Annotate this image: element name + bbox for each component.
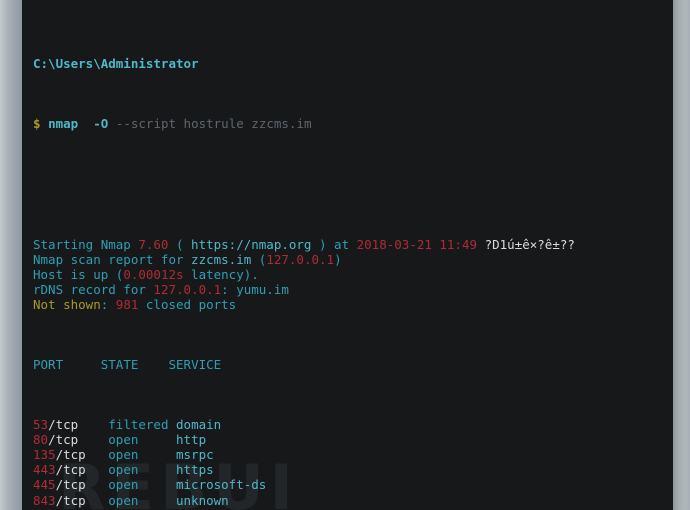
table-row: 80/tcp open http: [33, 432, 673, 447]
not-shown-line-seg-3: closed ports: [138, 296, 237, 312]
terminal-output: C:\Users\Administrator $ nmap -O --scrip…: [22, 0, 673, 510]
rdns-line-seg-1: 127.0.0.1: [153, 281, 222, 297]
scan-report-line-seg-2: (: [251, 251, 267, 267]
prompt-path-line: C:\Users\Administrator: [33, 56, 673, 71]
table-row: 135/tcp open msrpc: [33, 447, 673, 462]
port-service: unknown: [176, 492, 229, 508]
port-number: 135: [33, 447, 56, 463]
host-up-line-seg-2: latency).: [183, 266, 259, 282]
starting-line-seg-1: 7.60: [138, 236, 169, 252]
port-state: filtered: [108, 417, 177, 433]
port-state: open: [108, 462, 176, 478]
port-state: open: [108, 477, 176, 493]
port-number: 443: [33, 462, 56, 478]
port-service: http: [176, 432, 207, 448]
port-state: open: [108, 432, 177, 448]
table-row: 445/tcp open microsoft-ds: [33, 477, 673, 492]
right-gutter[interactable]: [673, 0, 690, 510]
hdr-gap2: [138, 357, 168, 372]
port-service: microsoft-ds: [176, 477, 267, 493]
port-table-rows: 53/tcp filtered domain 80/tcp open http 13…: [33, 417, 673, 510]
port-state: open: [108, 492, 176, 508]
not-shown-line-seg-2: 981: [115, 296, 139, 312]
starting-line-seg-7: ú: [507, 236, 515, 252]
scan-info-lines: Starting Nmap 7.60 ( https://nmap.org ) …: [33, 237, 673, 312]
starting-line-seg-5: 2018-03-21 11:49: [356, 236, 478, 252]
port-protocol: /tcp: [55, 462, 109, 478]
host-up-line-seg-1: 0.00012s: [123, 266, 184, 282]
port-number: 445: [33, 477, 56, 493]
rdns-line: rDNS record for 127.0.0.1: yumu.im: [33, 282, 673, 297]
left-gutter: [0, 0, 22, 510]
rdns-line-seg-2: : yumu.im: [221, 281, 289, 297]
prompt-command-line: $ nmap -O --script hostrule zzcms.im: [33, 116, 673, 131]
scan-report-line-seg-1: zzcms.im: [191, 251, 252, 267]
not-shown-line-seg-1: :: [100, 296, 116, 312]
prompt-path: C:\Users\Administrator: [33, 56, 199, 72]
port-protocol: /tcp: [48, 417, 109, 433]
prompt-symbol: $: [33, 116, 41, 132]
table-row: 443/tcp open https: [33, 462, 673, 477]
table-header-row: PORT STATE SERVICE: [33, 357, 673, 372]
table-row: 843/tcp open unknown: [33, 493, 673, 508]
prompt-space2: [78, 116, 93, 131]
header-service: SERVICE: [168, 357, 222, 373]
command-name: nmap: [48, 116, 79, 132]
hdr-gap1: [63, 357, 101, 372]
port-number: 80: [33, 432, 49, 448]
port-state: open: [108, 447, 176, 463]
starting-line-seg-3: https://nmap.org: [191, 236, 312, 252]
starting-line-seg-4: ) at: [311, 236, 357, 252]
terminal-window[interactable]: REBUI C:\Users\Administrator $ nmap -O -…: [22, 0, 673, 510]
not-shown-line: Not shown: 981 closed ports: [33, 297, 673, 312]
scan-report-line-seg-3: 127.0.0.1: [266, 251, 335, 267]
host-up-line: Host is up (0.00012s latency).: [33, 267, 673, 282]
starting-line-seg-2: (: [168, 236, 192, 252]
header-port: PORT: [33, 357, 64, 373]
port-service: domain: [176, 417, 222, 433]
command-args: --script hostrule zzcms.im: [115, 116, 312, 132]
port-number: 843: [33, 492, 56, 508]
starting-line-seg-0: Starting Nmap: [33, 236, 139, 252]
starting-line: Starting Nmap 7.60 ( https://nmap.org ) …: [33, 237, 673, 252]
starting-line-seg-6: ?D1: [477, 236, 508, 252]
port-service: https: [176, 462, 214, 478]
host-up-line-seg-0: Host is up (: [33, 266, 124, 282]
port-number: 53: [33, 417, 49, 433]
scan-report-line-seg-0: Nmap scan report for: [33, 251, 192, 267]
prompt-space1: [41, 116, 49, 131]
port-service: msrpc: [176, 447, 214, 463]
header-state: STATE: [100, 357, 139, 373]
port-protocol: /tcp: [48, 432, 109, 448]
command-flag: -O: [93, 116, 109, 132]
port-protocol: /tcp: [55, 492, 109, 508]
table-row: 53/tcp filtered domain: [33, 417, 673, 432]
port-protocol: /tcp: [55, 477, 109, 493]
scan-report-line: Nmap scan report for zzcms.im (127.0.0.1…: [33, 252, 673, 267]
page-root: REBUI C:\Users\Administrator $ nmap -O -…: [0, 0, 690, 510]
port-protocol: /tcp: [55, 447, 109, 463]
prompt-space3: [108, 116, 116, 131]
scan-report-line-seg-4: ): [334, 251, 342, 267]
rdns-line-seg-0: rDNS record for: [33, 281, 154, 297]
not-shown-line-seg-0: Not shown: [33, 296, 101, 312]
starting-line-seg-8: ±ê×?ê±??: [514, 236, 575, 252]
